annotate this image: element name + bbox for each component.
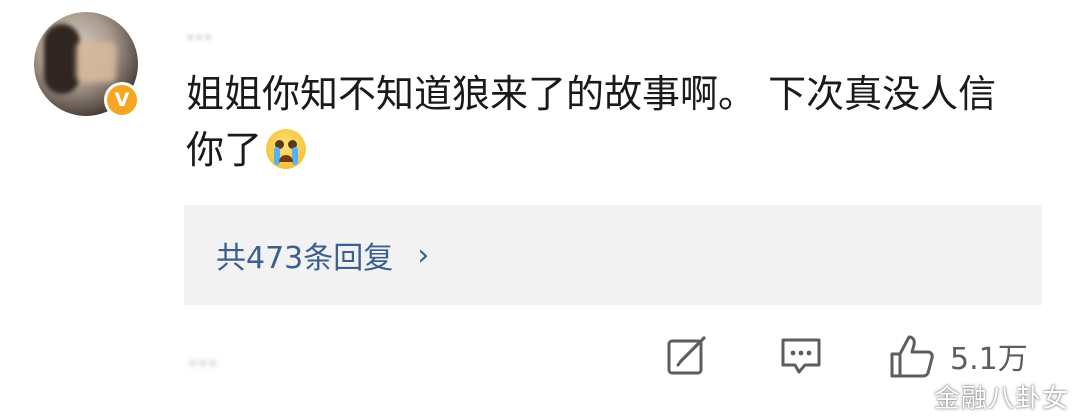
comment-card: V … 姐姐你知不知道狼来了的故事啊。 下次真没人信你了 共473条回复 › … <box>0 0 1077 419</box>
edit-icon <box>667 336 706 375</box>
comment-icon <box>781 338 821 374</box>
crying-face-icon <box>266 129 307 169</box>
view-replies-link[interactable]: 共473条回复 › <box>216 233 429 277</box>
repost-button[interactable] <box>664 332 710 382</box>
author-name[interactable]: … <box>186 12 336 50</box>
replies-count-label: 共473条回复 <box>216 241 394 276</box>
comment-meta-obscured: … <box>188 338 224 373</box>
comment-text: 姐姐你知不知道狼来了的故事啊。 下次真没人信你了 <box>186 72 997 172</box>
like-button[interactable]: 5.1万 <box>888 332 1028 380</box>
comment-button[interactable] <box>778 332 824 382</box>
comment-text-block: 姐姐你知不知道狼来了的故事啊。 下次真没人信你了 <box>186 66 1026 178</box>
avatar-mosaic <box>76 42 116 82</box>
replies-panel[interactable]: 共473条回复 › <box>184 205 1042 305</box>
avatar-hair <box>44 24 80 94</box>
like-count: 5.1万 <box>950 342 1028 377</box>
verified-badge-icon: V <box>104 82 140 118</box>
thumbs-up-icon <box>890 335 934 378</box>
chevron-right-icon: › <box>417 237 430 273</box>
watermark: 金融八卦女 <box>933 384 1069 414</box>
